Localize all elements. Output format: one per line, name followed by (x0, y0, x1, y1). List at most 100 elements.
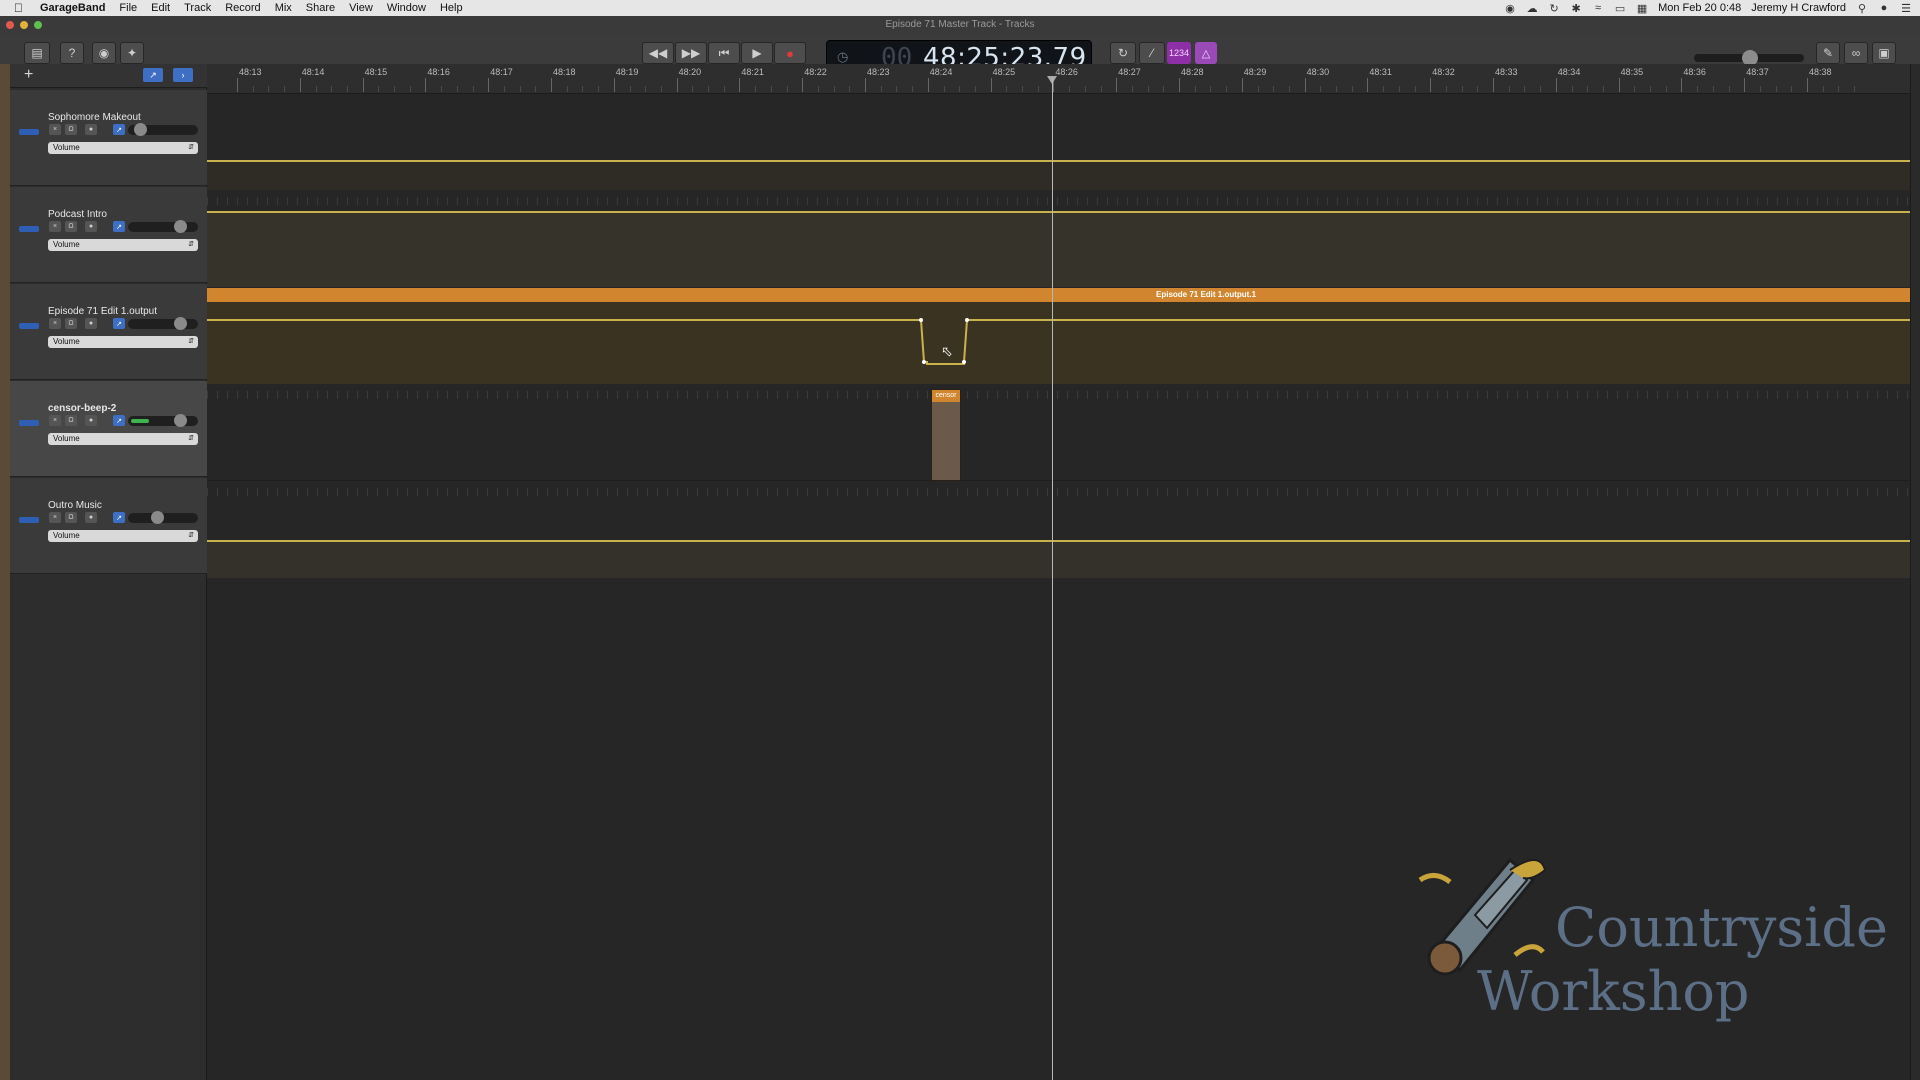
automation-parameter-select[interactable]: Volume ⇵ (48, 239, 198, 251)
track-name[interactable]: Episode 71 Edit 1.output (48, 306, 157, 317)
spotlight-icon[interactable]: ⚲ (1856, 2, 1868, 15)
menu-file[interactable]: File (119, 2, 137, 14)
mute-icon[interactable]: × (49, 512, 61, 523)
track-volume-knob[interactable] (173, 220, 187, 233)
track-name[interactable]: censor-beep-2 (48, 403, 116, 414)
track-volume-slider[interactable] (128, 317, 198, 330)
loop-browser-icon[interactable]: ∞ (1844, 42, 1868, 64)
add-track-button[interactable]: + (24, 66, 33, 84)
track-lane[interactable] (207, 94, 1910, 190)
record-enable-icon[interactable]: ● (85, 221, 97, 232)
region-title-bar[interactable]: Episode 71 Edit 1.output.1 (207, 288, 1910, 302)
metronome-icon[interactable]: △ (1195, 42, 1217, 64)
vertical-scrollbar[interactable] (1910, 64, 1920, 1080)
record-button[interactable]: ● (774, 42, 806, 64)
apple-icon[interactable]:  (14, 1, 28, 15)
fast-forward-button[interactable]: ▶▶ (675, 42, 707, 64)
track-volume-knob[interactable] (173, 317, 187, 330)
track-lane[interactable]: censor (207, 385, 1910, 481)
menu-app-name[interactable]: GarageBand (40, 2, 105, 14)
media-browser-icon[interactable]: ▣ (1872, 42, 1896, 64)
track-volume-slider[interactable] (128, 414, 198, 427)
region-title[interactable]: Episode 71 Edit 1.output.1 (1156, 290, 1256, 299)
menu-help[interactable]: Help (440, 2, 463, 14)
automation-line[interactable] (207, 540, 1910, 542)
menubar-user[interactable]: Jeremy H Crawford (1751, 2, 1846, 14)
censor-region-label[interactable]: censor (932, 390, 960, 402)
playhead[interactable] (1052, 78, 1053, 1080)
record-enable-icon[interactable]: ● (85, 318, 97, 329)
mute-icon[interactable]: × (49, 221, 61, 232)
volume-automation-curve[interactable] (207, 302, 1910, 384)
automation-icon[interactable]: ↗ (113, 221, 125, 232)
menu-edit[interactable]: Edit (151, 2, 170, 14)
track-lane[interactable] (207, 191, 1910, 287)
menu-record[interactable]: Record (225, 2, 260, 14)
calendar-icon[interactable]: ▦ (1636, 2, 1648, 15)
record-enable-icon[interactable]: ● (85, 415, 97, 426)
automation-parameter-select[interactable]: Volume ⇵ (48, 142, 198, 154)
audio-region[interactable] (207, 211, 1910, 287)
editors-icon[interactable]: ✦ (120, 42, 144, 64)
automation-line[interactable] (207, 160, 1910, 162)
count-in-button[interactable]: 1234 (1167, 42, 1191, 64)
menu-view[interactable]: View (349, 2, 373, 14)
automation-parameter-select[interactable]: Volume ⇵ (48, 336, 198, 348)
automation-icon[interactable]: ↗ (113, 415, 125, 426)
track-header[interactable]: Sophomore Makeout × Ω ● ↗ Volume ⇵ (10, 90, 207, 186)
track-volume-slider[interactable] (128, 511, 198, 524)
record-enable-icon[interactable]: ● (85, 124, 97, 135)
track-header[interactable]: Episode 71 Edit 1.output × Ω ● ↗ Volume ⇵ (10, 284, 207, 380)
mute-icon[interactable]: × (49, 415, 61, 426)
smart-controls-icon[interactable]: ◉ (92, 42, 116, 64)
solo-headphones-icon[interactable]: Ω (65, 512, 77, 523)
track-volume-slider[interactable] (128, 220, 198, 233)
airplay-icon[interactable]: ▭ (1614, 2, 1626, 15)
library-icon[interactable]: ▤ (24, 42, 50, 64)
play-button[interactable]: ▶ (741, 42, 773, 64)
solo-headphones-icon[interactable]: Ω (65, 415, 77, 426)
track-name[interactable]: Podcast Intro (48, 209, 107, 220)
bluetooth-icon[interactable]: ✱ (1570, 2, 1582, 15)
timeline-ruler[interactable]: 48:13 48:14 48:15 48:16 48:17 48:18 48:19 48:20… (207, 64, 1910, 94)
record-status-icon[interactable]: ◉ (1504, 2, 1516, 15)
automation-icon[interactable]: ↗ (113, 512, 125, 523)
track-lane[interactable]: Episode 71 Edit 1.output.1 (207, 288, 1910, 384)
audio-region[interactable] (207, 160, 1910, 190)
record-enable-icon[interactable]: ● (85, 512, 97, 523)
siri-icon[interactable]: ● (1878, 2, 1890, 14)
solo-headphones-icon[interactable]: Ω (65, 124, 77, 135)
cloud-icon[interactable]: ☁ (1526, 2, 1538, 15)
master-volume-slider[interactable] (1694, 50, 1804, 66)
cycle-icon[interactable]: ↻ (1110, 42, 1136, 64)
menu-window[interactable]: Window (387, 2, 426, 14)
track-volume-knob[interactable] (133, 123, 147, 136)
track-name[interactable]: Sophomore Makeout (48, 112, 141, 123)
catch-playhead-icon[interactable]: ↗ (143, 68, 163, 82)
solo-headphones-icon[interactable]: Ω (65, 221, 77, 232)
track-volume-knob[interactable] (173, 414, 187, 427)
menu-mix[interactable]: Mix (275, 2, 292, 14)
notification-center-icon[interactable]: ☰ (1900, 2, 1912, 15)
mute-icon[interactable]: × (49, 124, 61, 135)
track-name[interactable]: Outro Music (48, 500, 102, 511)
track-volume-slider[interactable] (128, 123, 198, 136)
time-machine-icon[interactable]: ↻ (1548, 2, 1560, 15)
help-icon[interactable]: ? (60, 42, 84, 64)
track-header[interactable]: Podcast Intro × Ω ● ↗ Volume ⇵ (10, 187, 207, 283)
track-header[interactable]: Outro Music × Ω ● ↗ Volume ⇵ (10, 478, 207, 574)
censor-beep-region[interactable]: censor (931, 389, 961, 481)
tuner-fork-icon[interactable]: ⁄ (1139, 42, 1165, 64)
smart-tempo-icon[interactable]: › (173, 68, 193, 82)
automation-parameter-select[interactable]: Volume ⇵ (48, 433, 198, 445)
notepad-icon[interactable]: ✎ (1816, 42, 1840, 64)
menu-share[interactable]: Share (306, 2, 335, 14)
automation-icon[interactable]: ↗ (113, 124, 125, 135)
track-header-selected[interactable]: censor-beep-2 × Ω ● ↗ Volume ⇵ (10, 381, 207, 477)
go-to-beginning-button[interactable]: ⏮ (708, 42, 740, 64)
solo-headphones-icon[interactable]: Ω (65, 318, 77, 329)
automation-line[interactable] (207, 211, 1910, 213)
menu-track[interactable]: Track (184, 2, 211, 14)
track-lane[interactable] (207, 482, 1910, 578)
automation-parameter-select[interactable]: Volume ⇵ (48, 530, 198, 542)
